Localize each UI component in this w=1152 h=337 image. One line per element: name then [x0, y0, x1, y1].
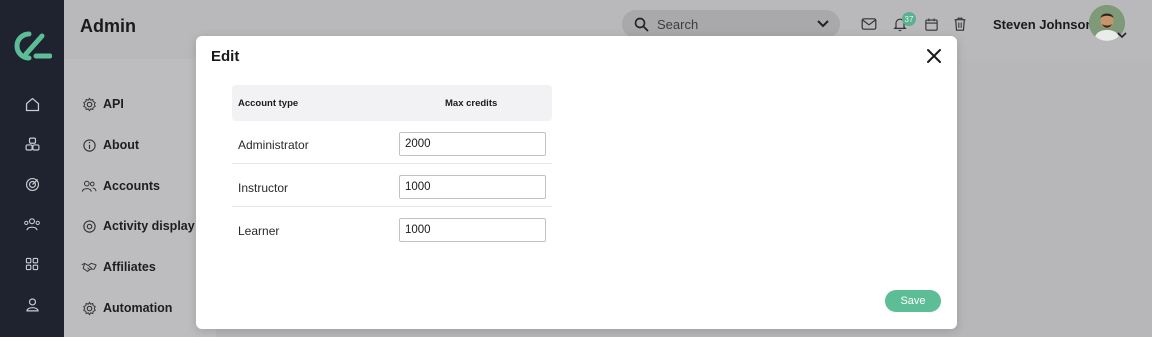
gear-icon [81, 300, 97, 316]
settings-item-label: Accounts [103, 179, 160, 193]
max-credits-input[interactable] [399, 175, 546, 199]
table-header: Account type Max credits [232, 85, 552, 121]
settings-item-label: About [103, 138, 140, 152]
user-name[interactable]: Steven Johnson [993, 17, 1093, 32]
settings-item-label: API [103, 97, 124, 111]
settings-item-affiliates[interactable]: Affiliates [81, 257, 156, 277]
search-icon [634, 17, 649, 31]
logo[interactable] [12, 30, 52, 62]
page-title: Admin [80, 16, 136, 36]
mail-icon[interactable] [860, 15, 878, 33]
max-credits-input[interactable] [399, 132, 546, 156]
home-icon[interactable] [22, 94, 42, 114]
users-icon [81, 178, 97, 194]
edit-modal: Edit Account type Max credits Administra… [196, 36, 957, 329]
column-header-max-credits: Max credits [445, 97, 498, 109]
table-row: Administrator [232, 121, 552, 164]
table-row: Instructor [232, 164, 552, 207]
chevron-down-icon[interactable] [1116, 30, 1128, 40]
cubes-icon[interactable] [22, 134, 42, 154]
account-type-cell: Administrator [238, 138, 309, 152]
account-type-cell: Learner [238, 224, 280, 238]
search-input[interactable]: Search [657, 17, 812, 32]
account-type-cell: Instructor [238, 181, 289, 195]
settings-item-automation[interactable]: Automation [81, 298, 172, 318]
settings-item-about[interactable]: About [81, 135, 139, 155]
calendar-icon[interactable] [922, 15, 940, 33]
settings-item-label: Automation [103, 301, 173, 315]
max-credits-input[interactable] [399, 218, 546, 242]
close-icon[interactable] [926, 48, 942, 64]
users-icon[interactable] [22, 214, 42, 234]
grid-icon[interactable] [22, 254, 42, 274]
target-icon [81, 218, 97, 234]
save-button[interactable]: Save [885, 290, 941, 312]
trash-icon[interactable] [951, 15, 969, 33]
target-icon[interactable] [22, 174, 42, 194]
handshake-icon [81, 259, 97, 275]
left-rail [0, 0, 64, 337]
settings-item-api[interactable]: API [81, 94, 124, 114]
gear-icon [81, 96, 97, 112]
credits-table: Account type Max credits Administrator I… [232, 85, 552, 250]
settings-item-activity-display[interactable]: Activity display [81, 216, 195, 236]
search-bar[interactable]: Search [622, 10, 840, 38]
info-icon [81, 137, 97, 153]
user-icon[interactable] [22, 294, 42, 314]
column-header-account-type: Account type [238, 97, 299, 109]
settings-item-label: Activity display [103, 219, 195, 233]
settings-item-label: Affiliates [103, 260, 156, 274]
chevron-down-icon[interactable] [812, 20, 834, 28]
notification-badge: 37 [902, 12, 916, 26]
modal-title: Edit [211, 48, 240, 65]
table-row: Learner [232, 207, 552, 250]
settings-item-accounts[interactable]: Accounts [81, 176, 160, 196]
